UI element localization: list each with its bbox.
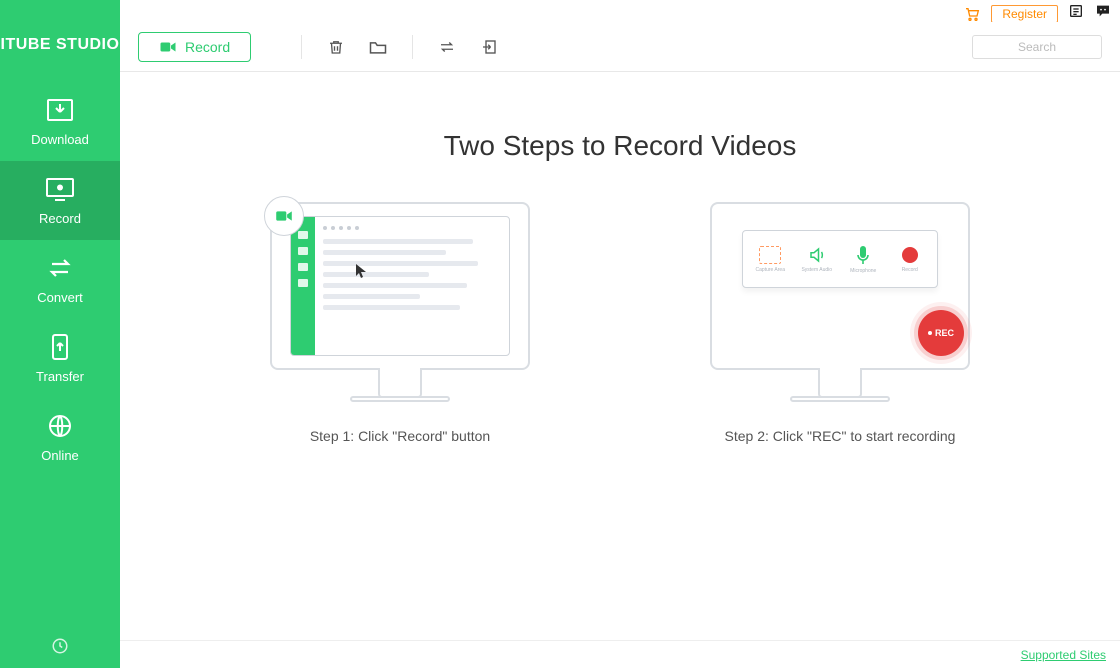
step2-illustration: Capture Area System Audio Microphone (710, 202, 970, 402)
sidebar-item-label: Convert (37, 290, 83, 305)
refresh-icon[interactable] (437, 37, 457, 57)
toolbar: Record (120, 22, 1120, 72)
step-2: Capture Area System Audio Microphone (660, 202, 1020, 444)
record-icon (43, 175, 77, 203)
cursor-icon (355, 263, 369, 284)
sidebar-item-transfer[interactable]: Transfer (0, 319, 120, 398)
history-icon[interactable] (51, 637, 69, 660)
convert-icon (43, 254, 77, 282)
sidebar-item-label: Transfer (36, 369, 84, 384)
step1-illustration (270, 202, 530, 402)
cart-icon[interactable] (963, 6, 981, 22)
record-button[interactable]: Record (138, 32, 251, 62)
rec-label: REC (935, 328, 954, 338)
register-button[interactable]: Register (991, 5, 1058, 23)
list-icon[interactable] (1068, 3, 1084, 24)
import-icon[interactable] (479, 37, 499, 57)
sidebar-item-convert[interactable]: Convert (0, 240, 120, 319)
search-input[interactable] (972, 35, 1102, 59)
panel-lbl: System Audio (801, 267, 832, 273)
panel-lbl: Microphone (850, 268, 876, 274)
panel-lbl: Capture Area (756, 267, 785, 273)
sidebar-footer (0, 637, 120, 660)
main-area: Record Two Steps to Record Videos (120, 22, 1120, 668)
transfer-icon (43, 333, 77, 361)
app-logo: ITUBE STUDIO (1, 36, 120, 54)
page-title: Two Steps to Record Videos (160, 130, 1080, 162)
step-1: Step 1: Click "Record" button (220, 202, 580, 444)
folder-icon[interactable] (368, 37, 388, 57)
feedback-icon[interactable] (1094, 3, 1112, 24)
step1-caption: Step 1: Click "Record" button (310, 428, 490, 444)
videocam-bubble-icon (264, 196, 304, 236)
sidebar: ITUBE STUDIO Download Record Convert Tra… (0, 0, 120, 668)
globe-icon (43, 412, 77, 440)
record-button-label: Record (185, 39, 230, 55)
toolbar-separator (301, 35, 302, 59)
content-area: Two Steps to Record Videos (120, 72, 1120, 668)
toolbar-separator (412, 35, 413, 59)
sidebar-item-label: Record (39, 211, 81, 226)
trash-icon[interactable] (326, 37, 346, 57)
panel-lbl: Record (902, 267, 918, 273)
sidebar-item-label: Download (31, 132, 89, 147)
footer-bar: Supported Sites (120, 640, 1120, 668)
step2-caption: Step 2: Click "REC" to start recording (725, 428, 956, 444)
sidebar-item-label: Online (41, 448, 79, 463)
sidebar-nav: Download Record Convert Transfer Online (0, 82, 120, 477)
supported-sites-link[interactable]: Supported Sites (1021, 648, 1106, 662)
rec-badge-icon: REC (918, 310, 964, 356)
sidebar-item-online[interactable]: Online (0, 398, 120, 477)
sidebar-item-record[interactable]: Record (0, 161, 120, 240)
top-right-actions: Register (963, 3, 1112, 24)
download-icon (43, 96, 77, 124)
sidebar-item-download[interactable]: Download (0, 82, 120, 161)
